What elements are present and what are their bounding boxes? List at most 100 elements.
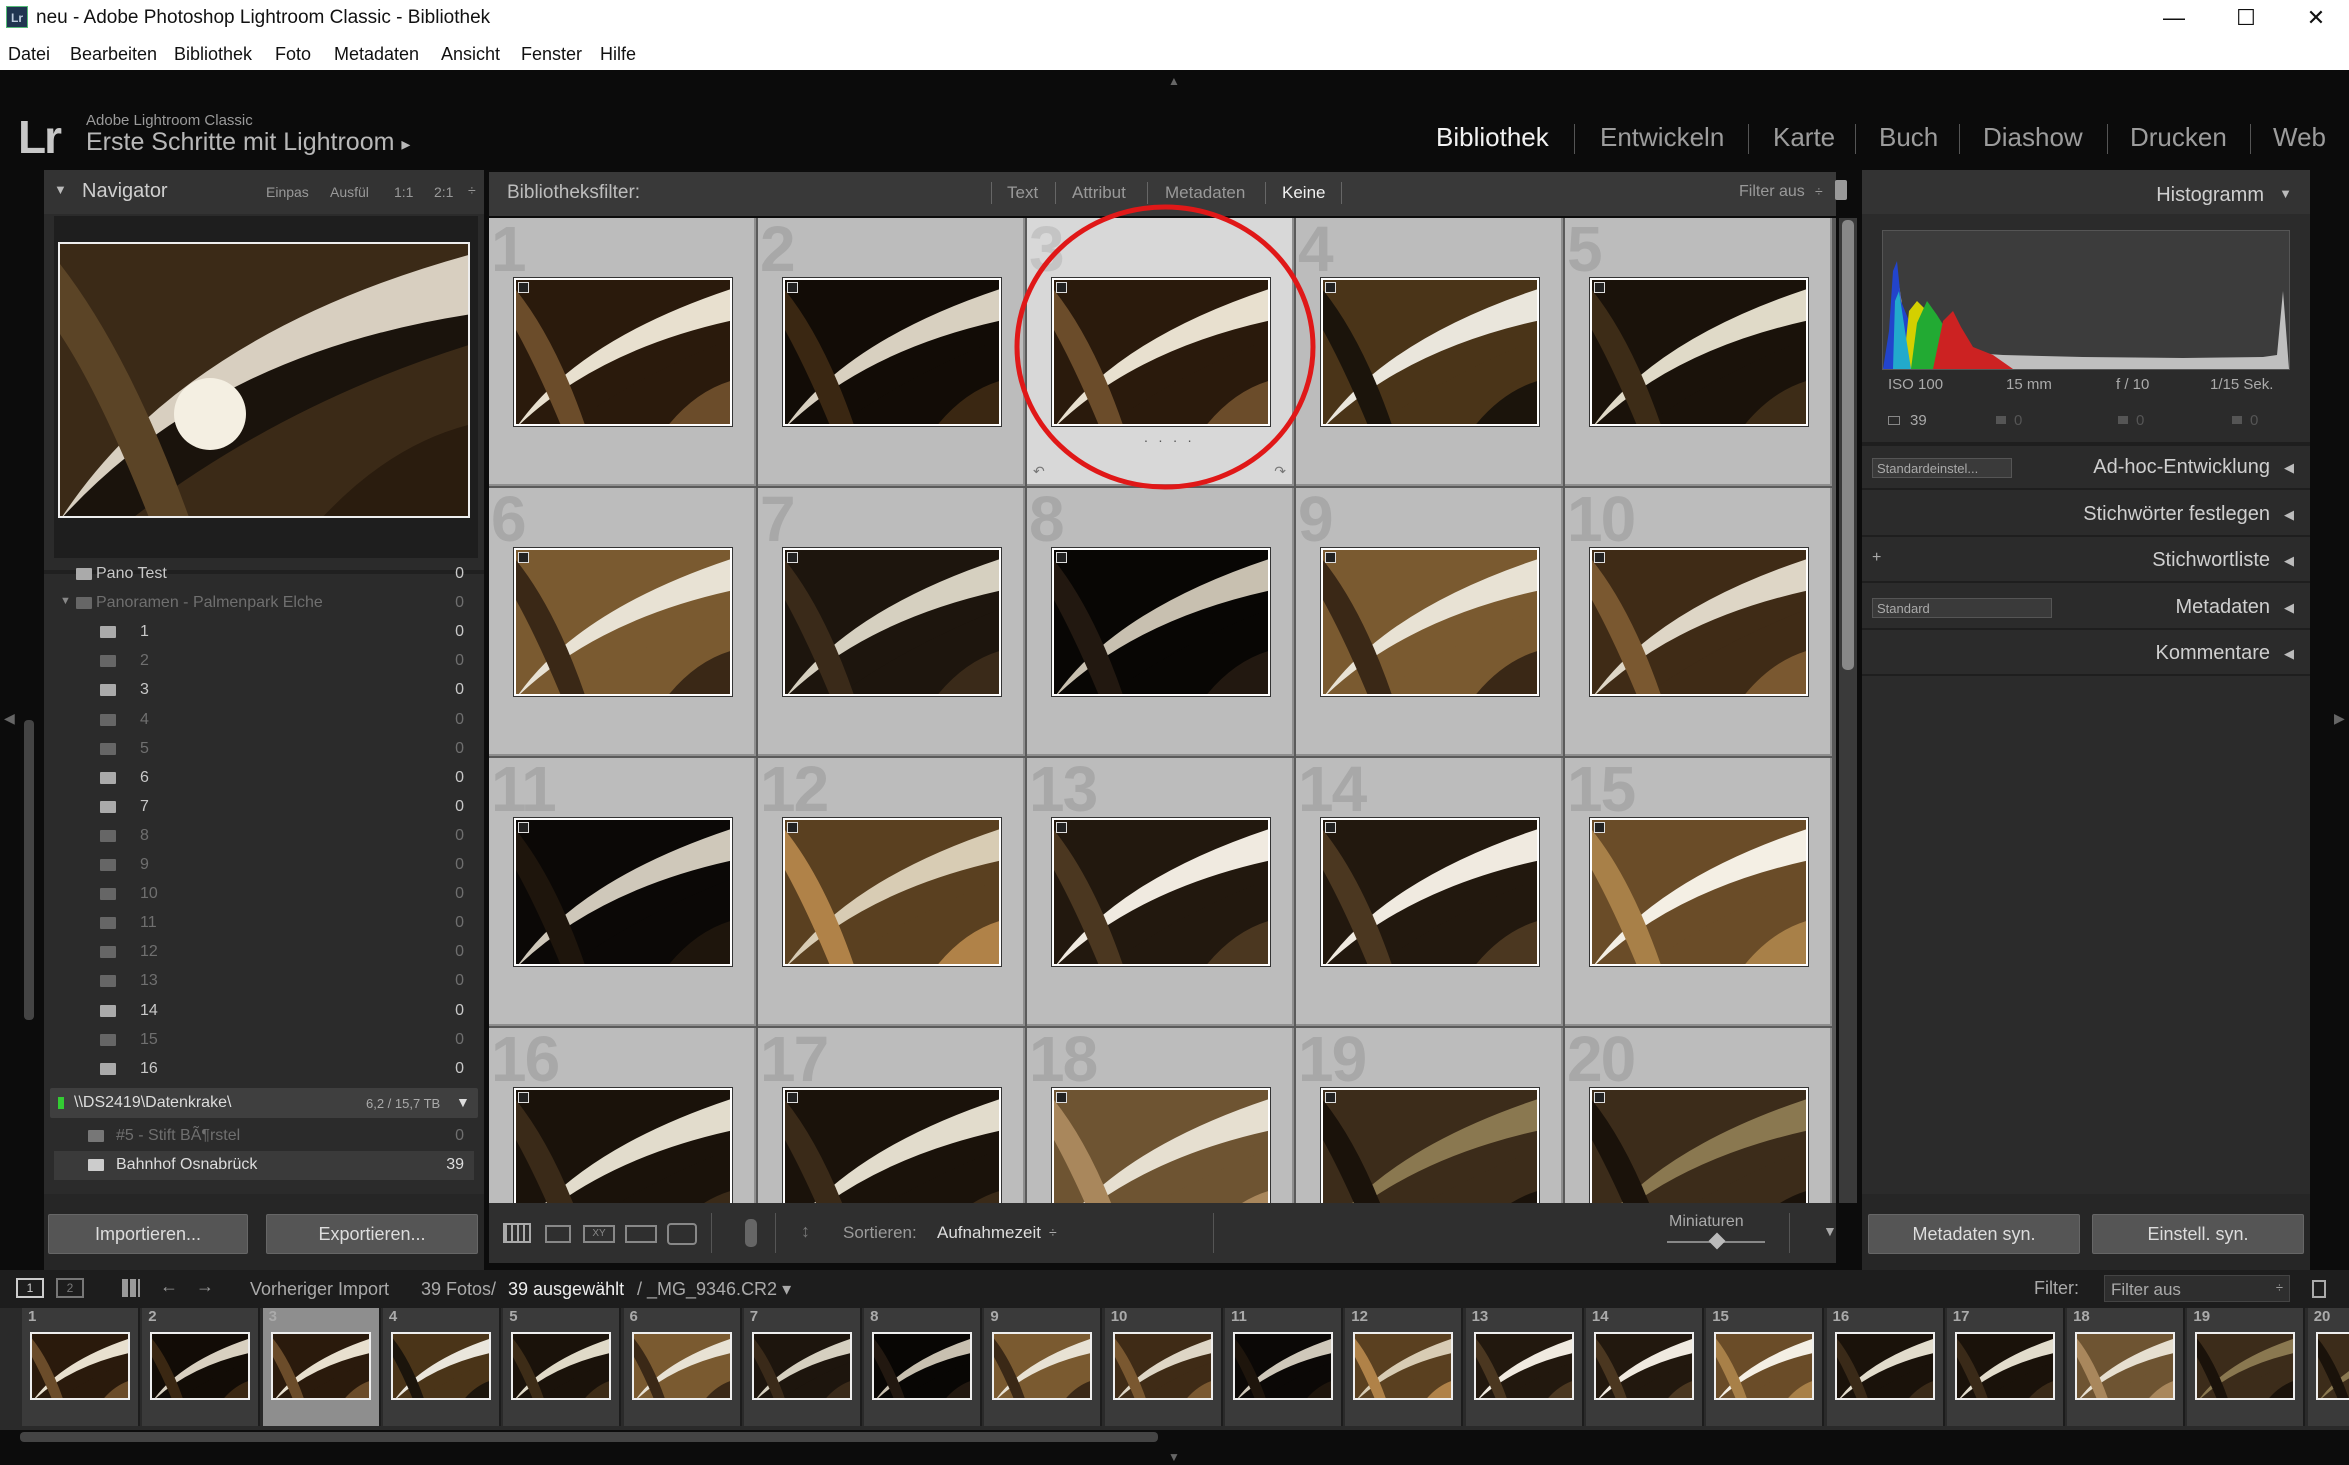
grid-cell[interactable]: 16 [489,1028,756,1203]
collapse-top-icon[interactable]: ▲ [1168,74,1180,88]
navigator-preview[interactable] [58,242,470,518]
sort-direction-icon[interactable]: ↕ [801,1221,810,1242]
filmstrip-thumbnail[interactable] [992,1332,1093,1400]
filmstrip-cell[interactable]: 7 [743,1308,862,1426]
catalog-name[interactable]: Erste Schritte mit Lightroom ▸ [86,128,410,157]
grid-cell[interactable]: 17 [758,1028,1025,1203]
filmstrip-cell[interactable]: 18 [2067,1308,2186,1426]
filmstrip-thumbnail[interactable] [1112,1332,1213,1400]
grid-cell[interactable]: 10 [1565,488,1832,756]
add-keyword-icon[interactable]: + [1872,549,1881,567]
folder-item[interactable]: 15 0 [54,1026,474,1055]
filmstrip-thumbnail[interactable] [1473,1332,1574,1400]
grid-cell[interactable]: 19 [1296,1028,1563,1203]
grid-thumbnail[interactable] [1321,1088,1539,1203]
import-button[interactable]: Importieren... [48,1214,248,1254]
filmstrip-thumbnail[interactable] [30,1332,130,1400]
filmstrip-cell[interactable]: 9 [984,1308,1103,1426]
grid-thumbnail[interactable] [1590,548,1808,696]
folder-item[interactable]: Pano Test 0 [54,560,474,589]
filmstrip-thumbnail[interactable] [511,1332,612,1400]
grid-cell[interactable]: 20 [1565,1028,1832,1203]
toolbar-menu-icon[interactable]: ▼ [1823,1223,1837,1239]
folder-item[interactable]: 14 0 [54,997,474,1026]
menu-fenster[interactable]: Fenster [521,44,582,65]
filter-lock-icon[interactable] [1835,180,1847,200]
grid-thumbnail[interactable] [783,548,1001,696]
grid-cell[interactable]: 8 [1027,488,1294,756]
folder-item[interactable]: 30 [54,676,474,705]
sync-metadata-button[interactable]: Metadaten syn. [1868,1214,2080,1254]
folder-item[interactable]: #5 - Stift BÃ¶rstel 0 [54,1122,474,1151]
filmstrip-thumbnail[interactable] [1593,1332,1694,1400]
folder-item[interactable]: 60 [54,764,474,793]
grid-thumbnail[interactable] [1590,278,1808,426]
folder-item[interactable]: 50 [54,735,474,764]
filmstrip-cell[interactable]: 3 [262,1308,381,1426]
folder-item-selected[interactable]: Bahnhof Osnabrück 39 [54,1151,474,1180]
right-panel-toggle-icon[interactable]: ▶ [2334,710,2345,727]
folder-item[interactable]: 80 [54,822,474,851]
filmstrip-cell[interactable]: 10 [1104,1308,1223,1426]
folder-item[interactable]: 90 [54,851,474,880]
folder-item[interactable]: 16 0 [54,1055,474,1084]
filmstrip-cell[interactable]: 5 [503,1308,622,1426]
section-preset-select[interactable]: Standard [1872,597,2052,618]
grid-scrollbar-track[interactable] [1839,218,1857,1203]
module-diashow[interactable]: Diashow [1983,122,2083,153]
filmstrip-filter-select[interactable]: Filter aus ÷ [2104,1275,2290,1302]
filmstrip-thumbnail[interactable] [2195,1332,2296,1400]
grid-thumbnail[interactable] [514,278,732,426]
grid-cell[interactable]: 11 [489,758,756,1026]
grid-cell[interactable]: 6 [489,488,756,756]
filmstrip-thumbnail[interactable] [751,1332,852,1400]
people-view-icon[interactable] [667,1223,697,1245]
grid-thumbnail[interactable] [783,278,1001,426]
filmstrip-filename[interactable]: / _MG_9346.CR2 ▾ [637,1279,791,1300]
filmstrip-thumbnail[interactable] [270,1332,371,1400]
grid-thumbnail[interactable] [514,818,732,966]
filmstrip-cell[interactable]: 19 [2187,1308,2306,1426]
grid-cell[interactable]: 13 [1027,758,1294,1026]
maximize-button[interactable]: ☐ [2212,0,2280,36]
filmstrip-thumbnail[interactable] [631,1332,732,1400]
section-expand-icon[interactable]: ◀ [2284,460,2294,476]
grid-thumbnail[interactable] [1052,1088,1270,1203]
grid-thumbnail[interactable] [1321,818,1539,966]
filmstrip-cell[interactable]: 14 [1585,1308,1704,1426]
zoom-fill[interactable]: Ausfül [330,184,369,200]
filmstrip-cell[interactable]: 11 [1225,1308,1343,1426]
module-drucken[interactable]: Drucken [2130,122,2227,153]
section-expand-icon[interactable]: ◀ [2284,553,2294,569]
grid-thumbnail[interactable] [514,548,732,696]
module-entwickeln[interactable]: Entwickeln [1600,122,1724,153]
filmstrip-cell[interactable]: 16 [1826,1308,1945,1426]
filmstrip-cell[interactable]: 2 [142,1308,261,1426]
filmstrip-cell[interactable]: 15 [1706,1308,1825,1426]
filmstrip-cell[interactable]: 17 [1946,1308,2065,1426]
filmstrip-cell[interactable]: 6 [623,1308,742,1426]
grid-thumbnail[interactable] [1321,548,1539,696]
filmstrip-cell[interactable]: 8 [864,1308,983,1426]
second-window-view-icon[interactable]: 2 [56,1278,84,1298]
filmstrip-thumbnail[interactable] [1353,1332,1454,1400]
grid-cell[interactable]: 15 [1565,758,1832,1026]
volume-menu-icon[interactable]: ▼ [456,1094,470,1110]
menu-datei[interactable]: Datei [8,44,50,65]
grid-thumbnail[interactable] [1052,548,1270,696]
grid-thumbnail[interactable] [783,1088,1001,1203]
navigator-collapse-icon[interactable]: ▼ [54,182,67,197]
grid-cell[interactable]: 12 [758,758,1025,1026]
sync-settings-button[interactable]: Einstell. syn. [2092,1214,2304,1254]
sort-menu-icon[interactable]: ÷ [1049,1224,1057,1240]
module-karte[interactable]: Karte [1773,122,1835,153]
thumbnail-size-slider-handle[interactable] [1708,1232,1726,1250]
navigator-header[interactable]: ▼ Navigator Einpas Ausfül 1:1 2:1 ÷ [44,170,484,214]
left-panel-toggle-icon[interactable]: ◀ [4,710,15,727]
grid-thumbnail[interactable] [1052,818,1270,966]
module-web[interactable]: Web [2273,122,2326,153]
grid-thumbnail[interactable] [1590,1088,1808,1203]
histogram-collapse-icon[interactable]: ▼ [2279,186,2292,201]
filmstrip-thumbnail[interactable] [2315,1332,2349,1400]
right-section-header[interactable]: Ad-hoc-Entwicklung ◀ Standardeinstel... [1862,446,2310,490]
